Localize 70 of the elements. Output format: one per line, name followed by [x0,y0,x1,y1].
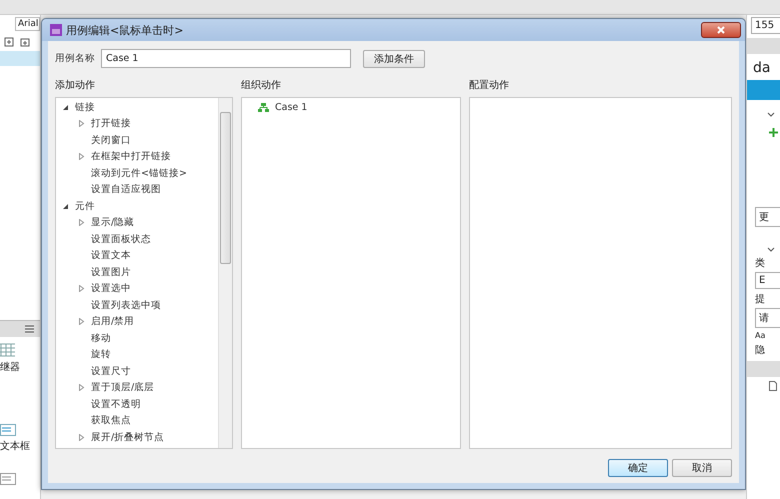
page-icon [769,381,777,391]
action-tree-item[interactable]: 关闭窗口 [91,134,131,147]
hint-field[interactable]: 请 [755,308,780,328]
case-name-field[interactable]: Case 1 [101,49,351,68]
grid-icon [0,343,16,357]
font-field[interactable]: Arial [15,17,40,31]
chevron-icon[interactable] [767,247,775,253]
action-tree-item[interactable]: 移动 [91,332,111,345]
action-tree-item[interactable]: 置于顶层/底层 [91,381,154,394]
close-button[interactable] [701,22,741,38]
case-tree-icon [258,102,269,112]
action-tree-item[interactable]: 旋转 [91,348,111,362]
ok-button[interactable]: 确定 [608,459,668,477]
expanded-triangle-icon[interactable] [62,202,69,210]
action-tree-item[interactable]: 设置图片 [91,266,131,279]
chevron-icon[interactable] [767,112,775,118]
action-tree-item[interactable]: 设置自适应视图 [91,183,161,196]
action-tree-item[interactable]: 链接 [75,100,95,114]
menu-icon[interactable] [25,325,34,333]
collapsed-triangle-icon[interactable] [78,153,85,160]
action-tree-item[interactable]: 显示/隐藏 [91,216,134,230]
collapsed-triangle-icon[interactable] [78,384,85,392]
number-field[interactable]: 155 [751,17,780,34]
type-label: 类 [755,256,766,270]
text-field-icon [0,424,16,436]
collapsed-triangle-icon[interactable] [78,285,85,292]
text-area-icon [0,473,16,485]
collapsed-triangle-icon[interactable] [78,219,85,226]
action-tree-item[interactable]: 设置文本 [91,249,131,262]
close-icon [717,26,725,34]
hint-label: 提 [755,293,766,306]
column-heading: 组织动作 [241,79,282,92]
edit-button[interactable]: 更 [755,207,780,227]
action-tree-item[interactable]: 设置列表选中项 [91,298,161,312]
plus-icon[interactable] [769,128,778,137]
font-style-label: Aa [755,331,766,340]
add-condition-button[interactable]: 添加条件 [363,50,425,68]
action-tree-item[interactable]: 滚动到元件<锚链接> [91,166,187,180]
action-tree-item[interactable]: 设置面板状态 [91,232,151,246]
app-logo-icon [50,24,62,36]
panel-header [747,361,780,377]
window-title: 用例编辑<鼠标单击时> [66,22,184,38]
collapsed-triangle-icon[interactable] [78,318,85,326]
cancel-button[interactable]: 取消 [672,459,732,477]
page-name-text: da [753,60,772,76]
add-page-icon[interactable] [4,37,14,47]
collapsed-triangle-icon[interactable] [78,434,85,441]
case-name-label: 用例名称 [55,52,95,65]
action-tree-item[interactable]: 启用/禁用 [91,315,134,328]
expanded-triangle-icon[interactable] [62,104,69,111]
type-field[interactable]: E [755,272,780,289]
widget-label: 继器 [0,360,21,374]
action-tree-item[interactable]: 获取焦点 [91,414,131,428]
widget-label: 文本框 [0,440,31,453]
action-tree-item[interactable]: 设置选中 [91,282,131,296]
hidden-label: 隐 [755,344,766,357]
selected-row [747,80,780,100]
action-tree-item[interactable]: 展开/折叠树节点 [91,430,164,444]
add-folder-icon[interactable] [20,37,30,47]
case-item[interactable]: Case 1 [275,102,308,113]
action-tree-item[interactable]: 打开链接 [91,117,131,130]
action-tree-item[interactable]: 元件 [75,200,95,213]
action-tree-item[interactable]: 设置不透明 [91,398,141,411]
collapsed-triangle-icon[interactable] [78,120,85,128]
column-heading: 添加动作 [55,78,96,92]
action-tree-item[interactable]: 设置尺寸 [91,364,131,378]
action-tree-item[interactable]: 在框架中打开链接 [91,150,171,164]
panel-header [747,38,780,54]
column-heading: 配置动作 [469,78,510,92]
scrollbar[interactable] [218,98,232,448]
